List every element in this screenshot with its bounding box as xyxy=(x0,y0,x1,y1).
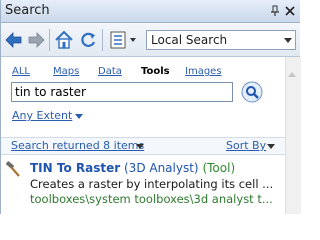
toolbar: Local Search xyxy=(1,23,300,57)
result-description: Creates a raster by interpolating its ce… xyxy=(30,177,274,191)
hammer-tool-icon xyxy=(6,161,20,177)
result-title[interactable]: TIN To Raster (3D Analyst) (Tool) xyxy=(30,161,235,175)
search-scope-dropdown[interactable]: Local Search xyxy=(146,30,296,50)
vertical-scrollbar[interactable] xyxy=(285,57,301,214)
sort-by-link[interactable]: Sort By xyxy=(226,139,266,152)
result-path: toolboxes\system toolboxes\3d analyst t.… xyxy=(30,192,273,206)
back-arrow-icon[interactable] xyxy=(3,29,25,51)
result-group: (3D Analyst) xyxy=(124,161,199,175)
search-input[interactable] xyxy=(11,82,233,102)
result-type: (Tool) xyxy=(202,161,236,175)
search-options-icon[interactable] xyxy=(108,29,140,51)
search-window: Search Local Search ALL Maps Data Tools … xyxy=(0,0,301,214)
toolbar-separator xyxy=(102,29,103,51)
close-icon[interactable] xyxy=(284,5,296,17)
tab-data[interactable]: Data xyxy=(98,66,122,77)
tab-tools[interactable]: Tools xyxy=(141,66,170,77)
results-count-link[interactable]: Search returned 8 items xyxy=(11,139,144,152)
tab-all[interactable]: ALL xyxy=(12,66,30,77)
pin-icon[interactable] xyxy=(269,5,281,17)
extent-filter-link[interactable]: Any Extent xyxy=(12,109,72,122)
toolbar-separator xyxy=(49,29,50,51)
chevron-down-icon[interactable] xyxy=(136,144,144,149)
tab-images[interactable]: Images xyxy=(185,66,222,77)
chevron-down-icon[interactable] xyxy=(267,144,275,149)
search-icon[interactable] xyxy=(241,81,263,103)
title-bar: Search xyxy=(1,0,300,23)
results-header: Search returned 8 items Sort By xyxy=(1,137,285,155)
scroll-up-arrow-icon[interactable] xyxy=(288,72,296,77)
chevron-down-icon[interactable] xyxy=(75,114,83,119)
chevron-down-icon xyxy=(284,38,292,43)
forward-arrow-icon[interactable] xyxy=(25,29,47,51)
list-item[interactable]: TIN To Raster (3D Analyst) (Tool) Create… xyxy=(1,157,285,214)
home-icon[interactable] xyxy=(53,29,75,51)
refresh-icon[interactable] xyxy=(77,29,99,51)
window-title: Search xyxy=(5,3,50,18)
search-scope-value: Local Search xyxy=(151,33,228,47)
tab-maps[interactable]: Maps xyxy=(53,66,79,77)
result-name[interactable]: TIN To Raster xyxy=(30,161,120,175)
